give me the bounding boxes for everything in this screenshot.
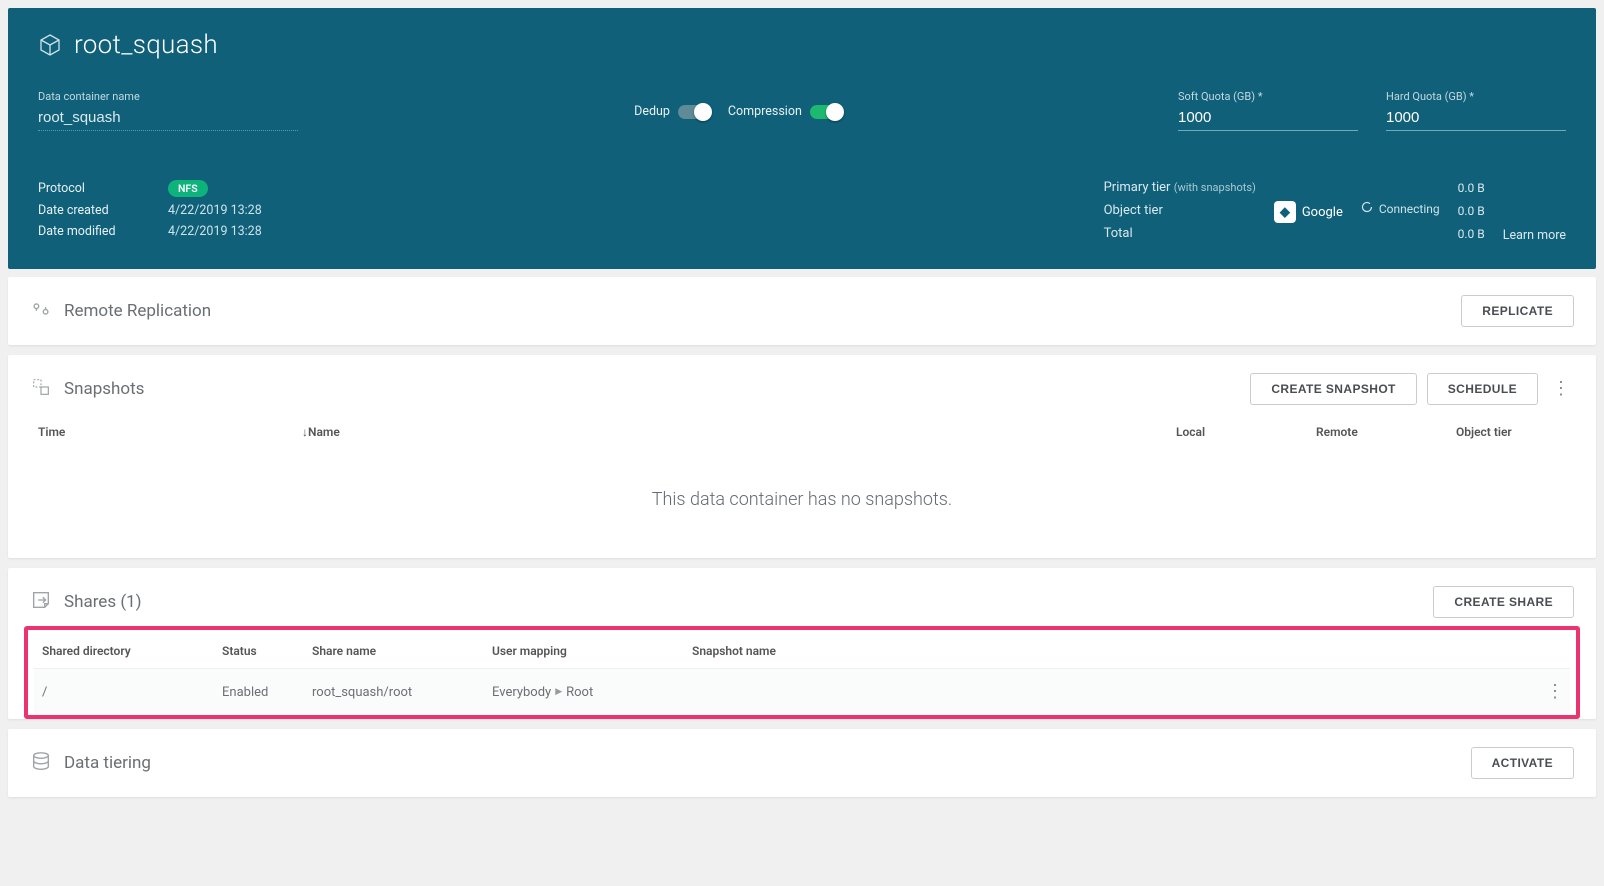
cloud-provider-name: Google xyxy=(1302,205,1343,220)
col-time-label[interactable]: Time xyxy=(38,425,65,439)
create-snapshot-button[interactable]: CREATE SNAPSHOT xyxy=(1250,373,1416,405)
primary-tier-value: 0.0 B xyxy=(1458,177,1485,200)
activate-button[interactable]: ACTIVATE xyxy=(1471,747,1574,779)
snapshots-empty-message: This data container has no snapshots. xyxy=(30,449,1574,540)
soft-quota-field: Soft Quota (GB) * xyxy=(1178,90,1358,131)
primary-tier-label: Primary tier xyxy=(1104,180,1171,195)
snapshots-card: Snapshots CREATE SNAPSHOT SCHEDULE ⋮ Tim… xyxy=(8,355,1596,558)
date-created-label: Date created xyxy=(38,203,128,218)
replication-icon xyxy=(30,298,52,325)
object-tier-value: 0.0 B xyxy=(1458,200,1485,223)
page-title: root_squash xyxy=(74,30,218,60)
col-snapshot-name[interactable]: Snapshot name xyxy=(692,644,1542,658)
schedule-button[interactable]: SCHEDULE xyxy=(1427,373,1538,405)
object-tier-label: Object tier xyxy=(1104,200,1256,223)
hard-quota-input[interactable] xyxy=(1386,107,1566,131)
tier-summary: Primary tier (with snapshots) Object tie… xyxy=(1104,177,1566,245)
share-dir-value: / xyxy=(42,685,222,700)
total-tier-label: Total xyxy=(1104,223,1256,246)
col-local-label[interactable]: Local xyxy=(1176,425,1316,439)
protocol-label: Protocol xyxy=(38,181,128,196)
date-modified-label: Date modified xyxy=(38,224,128,239)
primary-tier-sublabel: (with snapshots) xyxy=(1174,181,1256,194)
data-tiering-card: Data tiering ACTIVATE xyxy=(8,729,1596,797)
col-object-label[interactable]: Object tier xyxy=(1456,425,1566,439)
col-share-name[interactable]: Share name xyxy=(312,644,492,658)
cloud-provider-chip: ◆ Google xyxy=(1274,201,1343,223)
connecting-status: Connecting xyxy=(1361,201,1440,216)
snapshots-menu-icon[interactable]: ⋮ xyxy=(1548,380,1574,398)
shares-icon xyxy=(30,589,52,616)
col-name-label[interactable]: Name xyxy=(308,425,1176,439)
shares-table-header: Shared directory Status Share name User … xyxy=(34,630,1570,668)
compression-label: Compression xyxy=(728,104,802,119)
date-modified-value: 4/22/2019 13:28 xyxy=(168,224,262,239)
col-remote-label[interactable]: Remote xyxy=(1316,425,1456,439)
snapshots-icon xyxy=(30,376,52,403)
spinner-icon xyxy=(1361,201,1373,216)
snapshots-table-header: Time ↓ Name Local Remote Object tier xyxy=(30,405,1574,449)
shares-highlight: Shared directory Status Share name User … xyxy=(24,626,1580,719)
shares-title: Shares (1) xyxy=(64,592,142,612)
dedup-toggle[interactable]: Dedup xyxy=(634,104,710,119)
hard-quota-field: Hard Quota (GB) * xyxy=(1386,90,1566,131)
tiering-title: Data tiering xyxy=(64,753,151,773)
share-row-menu-icon[interactable]: ⋮ xyxy=(1542,681,1568,702)
snapshots-title: Snapshots xyxy=(64,379,144,399)
hard-quota-label: Hard Quota (GB) * xyxy=(1386,90,1566,103)
total-tier-value: 0.0 B xyxy=(1458,223,1485,246)
share-mapping-value: Everybody ▶ Root xyxy=(492,685,692,700)
share-row[interactable]: / Enabled root_squash/root Everybody ▶ R… xyxy=(34,668,1570,715)
cloud-provider-icon: ◆ xyxy=(1274,201,1296,223)
learn-more-link[interactable]: Learn more xyxy=(1503,228,1566,243)
replication-title: Remote Replication xyxy=(64,301,211,321)
col-user-mapping[interactable]: User mapping xyxy=(492,644,692,658)
container-icon xyxy=(38,33,62,57)
col-status[interactable]: Status xyxy=(222,644,312,658)
container-name-label: Data container name xyxy=(38,90,298,103)
replication-card: Remote Replication REPLICATE xyxy=(8,277,1596,345)
shares-card: Shares (1) CREATE SHARE Shared directory… xyxy=(8,568,1596,719)
replicate-button[interactable]: REPLICATE xyxy=(1461,295,1574,327)
share-name-value: root_squash/root xyxy=(312,685,492,700)
container-name-field: Data container name xyxy=(38,90,298,131)
create-share-button[interactable]: CREATE SHARE xyxy=(1433,586,1574,618)
dedup-label: Dedup xyxy=(634,104,670,119)
container-name-input[interactable] xyxy=(38,107,298,131)
container-meta: Protocol NFS Date created 4/22/2019 13:2… xyxy=(38,180,262,245)
soft-quota-label: Soft Quota (GB) * xyxy=(1178,90,1358,103)
compression-toggle[interactable]: Compression xyxy=(728,104,842,119)
arrow-right-icon: ▶ xyxy=(555,687,562,697)
protocol-badge: NFS xyxy=(168,180,208,197)
container-header: root_squash Data container name Dedup Co… xyxy=(8,8,1596,269)
share-status-value: Enabled xyxy=(222,685,312,700)
tiering-icon xyxy=(30,750,52,777)
col-shared-dir[interactable]: Shared directory xyxy=(42,644,222,658)
date-created-value: 4/22/2019 13:28 xyxy=(168,203,262,218)
soft-quota-input[interactable] xyxy=(1178,107,1358,131)
